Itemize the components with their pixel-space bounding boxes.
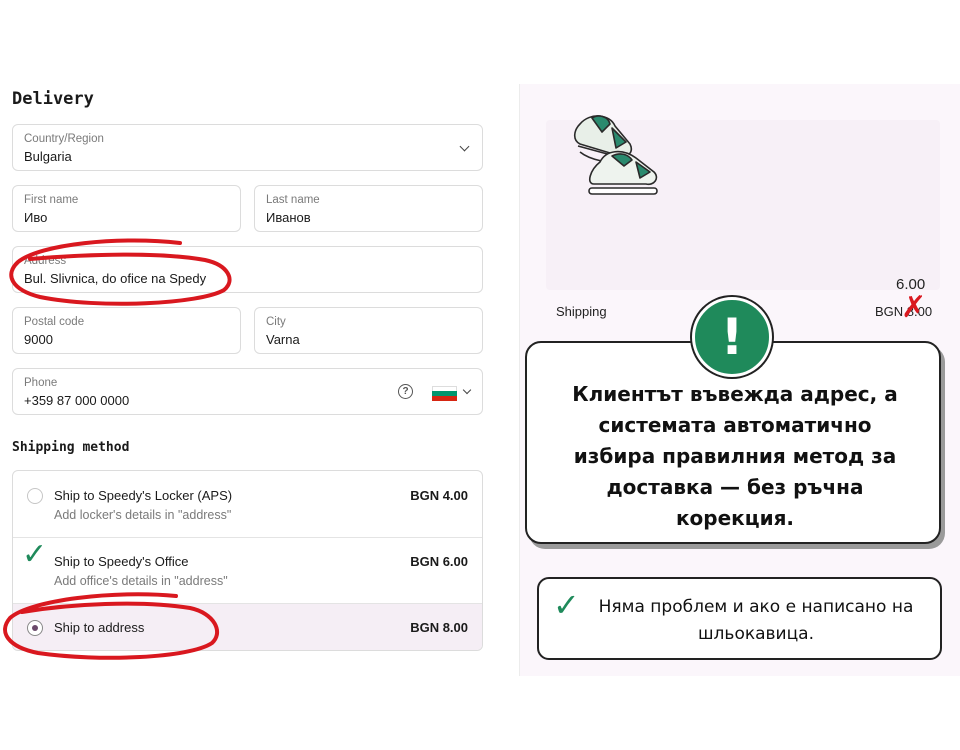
phone-value: +359 87 000 0000 [24,393,130,408]
shipping-option-locker[interactable]: Ship to Speedy's Locker (APS) Add locker… [13,471,482,538]
country-value: Bulgaria [24,149,72,164]
option-subtitle: Add locker's details in "address" [54,508,232,522]
exclamation-icon: ! [692,297,772,377]
option-price: BGN 4.00 [410,488,468,503]
address-field[interactable]: Address Bul. Slivnica, do ofice na Spedy [12,246,483,293]
city-field[interactable]: City Varna [254,307,483,354]
last-name-value: Иванов [266,210,311,225]
shipping-method-heading: Shipping method [12,440,130,455]
note-box: ✓ Няма проблем и ако е написано на шльок… [537,577,942,660]
exclamation-mark: ! [720,308,744,366]
option-subtitle: Add office's details in "address" [54,574,228,588]
shipping-option-address[interactable]: Ship to address BGN 8.00 [13,604,482,650]
bulgaria-flag-icon[interactable] [432,386,457,401]
option-price: BGN 8.00 [410,620,468,635]
cross-icon: ✗ [901,290,927,325]
shipping-summary-label: Shipping [556,304,607,319]
first-name-value: Иво [24,210,48,225]
postal-code-value: 9000 [24,332,53,347]
postal-code-field[interactable]: Postal code 9000 [12,307,241,354]
first-name-label: First name [24,194,79,206]
last-name-field[interactable]: Last name Иванов [254,185,483,232]
sneakers-icon [573,115,658,195]
product-card [546,115,940,290]
check-icon: ✓ [22,537,48,572]
country-label: Country/Region [24,133,104,145]
last-name-label: Last name [266,194,320,206]
country-select[interactable]: Country/Region Bulgaria [12,124,483,171]
radio-button[interactable] [27,488,43,504]
city-value: Varna [266,332,300,347]
option-price: BGN 6.00 [410,554,468,569]
shipping-options: Ship to Speedy's Locker (APS) Add locker… [12,470,483,651]
postal-code-label: Postal code [24,316,85,328]
help-icon[interactable]: ? [398,384,413,399]
radio-button-selected[interactable] [27,620,43,636]
address-label: Address [24,255,67,267]
city-label: City [266,316,286,328]
option-title: Ship to address [54,620,145,635]
callout-text: Клиентът въвежда адрес, а системата авто… [572,382,898,530]
phone-label: Phone [24,377,58,389]
shipping-option-office[interactable]: Ship to Speedy's Office Add office's det… [13,538,482,604]
option-title: Ship to Speedy's Office [54,554,189,569]
option-title: Ship to Speedy's Locker (APS) [54,488,233,503]
note-text: Няма проблем и ако е написано на шльокав… [598,597,914,644]
first-name-field[interactable]: First name Иво [12,185,241,232]
delivery-heading: Delivery [12,89,94,109]
check-icon: ✓ [553,586,580,624]
address-value: Bul. Slivnica, do ofice na Spedy [24,271,207,286]
chevron-down-icon [459,141,470,152]
